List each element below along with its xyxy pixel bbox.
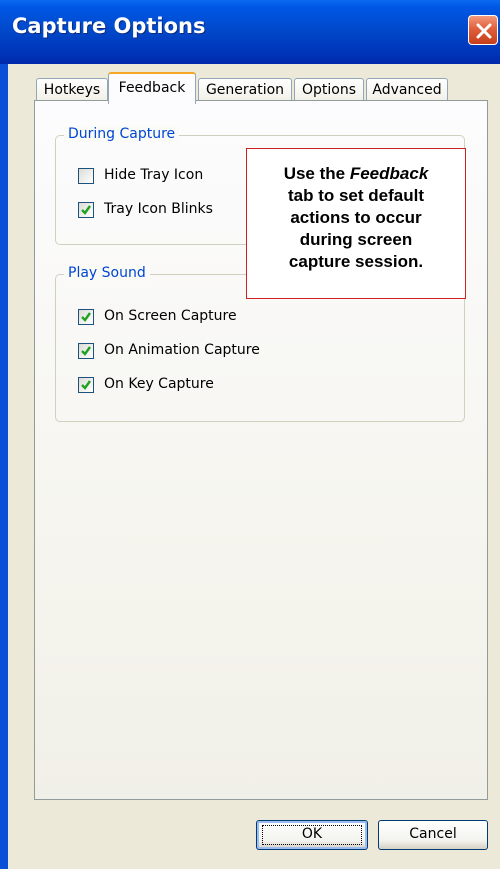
callout-text: Use the Feedback tab to set default acti… — [247, 163, 465, 273]
tab-options[interactable]: Options — [294, 78, 364, 102]
tab-hotkeys[interactable]: Hotkeys — [36, 78, 108, 102]
close-icon — [476, 23, 492, 39]
close-button[interactable] — [468, 15, 498, 45]
checkmark-icon — [81, 205, 91, 215]
callout-line2: tab to set default — [287, 186, 424, 205]
callout-line1-emph: Feedback — [349, 164, 429, 183]
ok-button[interactable]: OK — [256, 820, 368, 850]
callout-line5: capture session. — [288, 252, 424, 271]
tab-feedback[interactable]: Feedback — [108, 72, 196, 104]
checkbox-box[interactable] — [78, 343, 94, 359]
checkbox-label: Hide Tray Icon — [104, 167, 204, 183]
checkbox-label: On Animation Capture — [104, 342, 260, 358]
checkbox-label: On Screen Capture — [104, 308, 237, 324]
group-legend: During Capture — [64, 126, 180, 142]
cancel-button-label: Cancel — [409, 826, 457, 842]
checkbox-box[interactable] — [78, 202, 94, 218]
tab-generation[interactable]: Generation — [198, 78, 292, 102]
checkmark-icon — [81, 346, 91, 356]
group-legend: Play Sound — [64, 265, 150, 281]
checkbox-label: On Key Capture — [104, 376, 214, 392]
checkbox-box[interactable] — [78, 377, 94, 393]
checkmark-icon — [81, 312, 91, 322]
focus-rect — [262, 825, 362, 845]
cancel-button[interactable]: Cancel — [378, 820, 488, 850]
callout-line4: during screen — [299, 230, 413, 249]
checkbox-box[interactable] — [78, 168, 94, 184]
callout-line1-prefix: Use the — [283, 164, 350, 183]
capture-options-dialog: Capture Options Hotkeys Feedback Generat… — [0, 0, 500, 869]
checkbox-label: Tray Icon Blinks — [104, 201, 213, 217]
window-frame-left — [0, 64, 8, 869]
instruction-callout: Use the Feedback tab to set default acti… — [246, 148, 466, 299]
title-bar: Capture Options — [0, 0, 500, 64]
tab-advanced[interactable]: Advanced — [366, 78, 448, 102]
callout-line3: actions to occur — [290, 208, 422, 227]
checkbox-box[interactable] — [78, 309, 94, 325]
checkmark-icon — [81, 380, 91, 390]
window-title: Capture Options — [12, 14, 206, 38]
